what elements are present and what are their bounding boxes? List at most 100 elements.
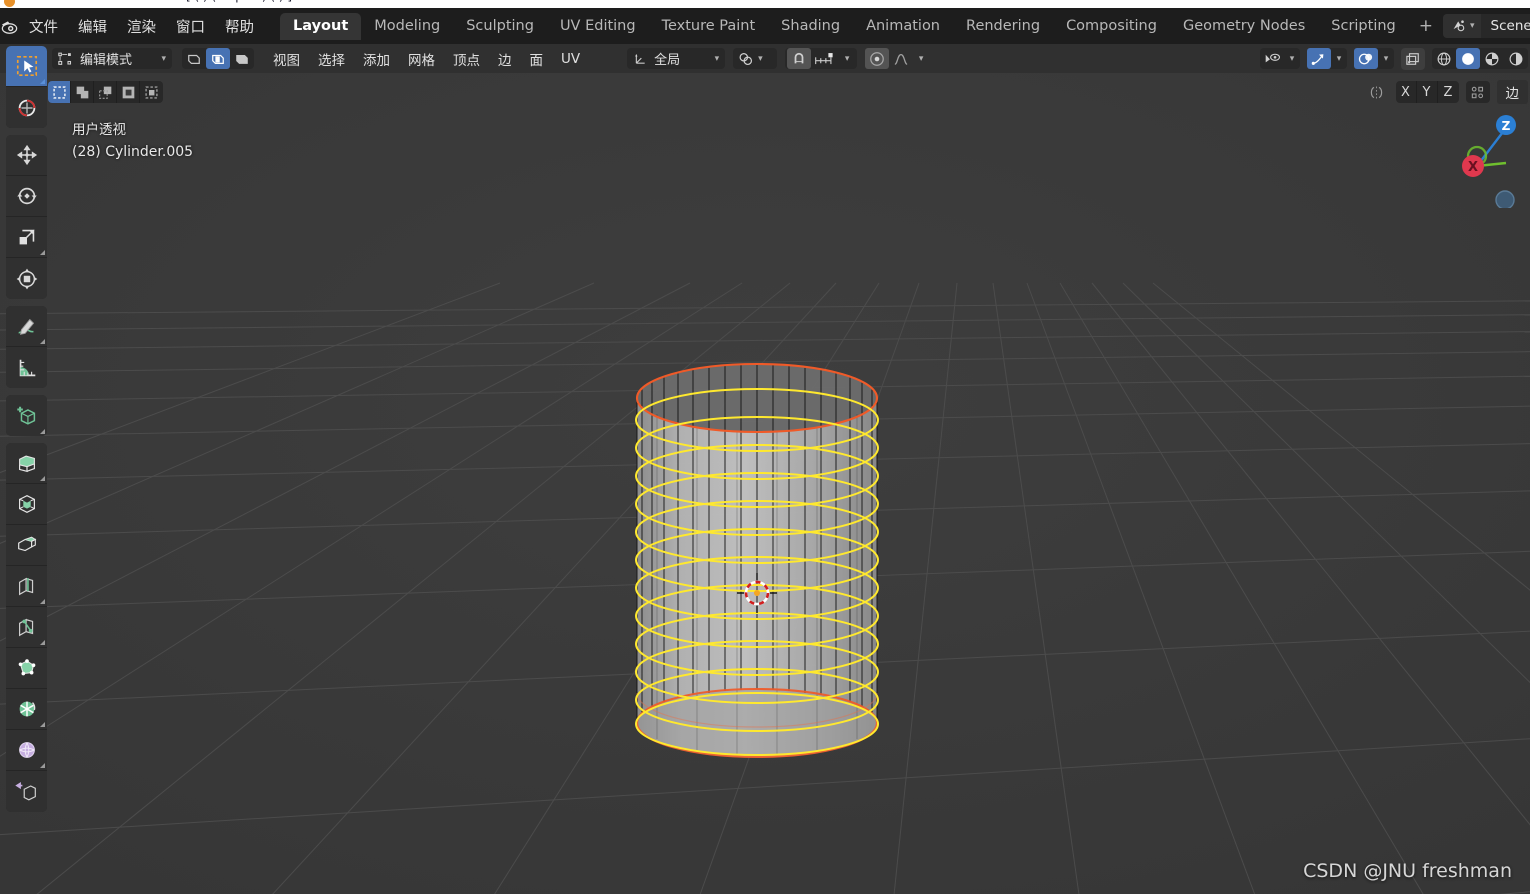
menu-face[interactable]: 面 [521, 47, 553, 71]
tab-shading[interactable]: Shading [768, 13, 853, 40]
mirror-icon[interactable] [1365, 81, 1389, 103]
menu-file[interactable]: 文件 [19, 13, 68, 40]
tab-compositing[interactable]: Compositing [1053, 13, 1170, 40]
select-mode-group [48, 81, 163, 103]
mode-selector[interactable]: 编辑模式 ▾ [52, 48, 172, 69]
tab-rendering[interactable]: Rendering [953, 13, 1053, 40]
gizmo-x-label: X [1468, 160, 1478, 175]
toggle-xray-button[interactable] [1401, 47, 1425, 70]
top-bar-right: ▾ Scene [1443, 14, 1530, 38]
tab-sculpting[interactable]: Sculpting [453, 13, 547, 40]
shading-material-icon[interactable] [1480, 48, 1504, 69]
symmetry-axis-z[interactable]: Z [1438, 81, 1459, 103]
tab-texture-paint[interactable]: Texture Paint [649, 13, 769, 40]
select-set-icon[interactable] [48, 81, 71, 103]
extrude-region-tool-icon[interactable] [6, 443, 47, 484]
xray-mid-icon[interactable] [206, 48, 230, 69]
inset-faces-tool-icon[interactable] [6, 484, 47, 525]
transform-orientation-selector[interactable]: 全局 ▾ [627, 48, 726, 69]
chevron-down-icon[interactable]: ▾ [1331, 48, 1347, 69]
symmetry-axis-y[interactable]: Y [1417, 81, 1438, 103]
topology-mirror-icon [1471, 86, 1484, 98]
cursor-tool-icon[interactable] [6, 87, 47, 128]
gizmo-icon[interactable] [1307, 48, 1331, 69]
scene-selector[interactable]: ▾ Scene [1443, 14, 1530, 38]
pivot-point-selector[interactable]: ▾ [733, 48, 778, 69]
viewport-3d[interactable]: 用户透视 (28) Cylinder.005 Z X CSDN @JNU fre… [0, 73, 1530, 894]
menu-render[interactable]: 渲染 [117, 13, 166, 40]
xray-off-icon[interactable] [182, 48, 206, 69]
tab-modeling[interactable]: Modeling [361, 13, 453, 40]
os-title-text: [ ( ) ( ... p ... ) ( ) ] [186, 0, 292, 3]
tab-scripting[interactable]: Scripting [1318, 13, 1408, 40]
chevron-down-icon[interactable]: ▾ [1284, 48, 1300, 69]
menu-help[interactable]: 帮助 [215, 13, 264, 40]
tab-uv-editing[interactable]: UV Editing [547, 13, 649, 40]
spin-tool-icon[interactable] [6, 689, 47, 730]
proportional-edit-controls: ▾ [865, 48, 929, 69]
viewport-secondary-header: X Y Z 边 [0, 73, 1530, 111]
blender-logo-icon[interactable] [0, 17, 19, 36]
pivot-point-icon [739, 52, 753, 65]
measure-tool-icon[interactable] [6, 347, 47, 388]
chevron-down-icon[interactable]: ▾ [839, 48, 855, 69]
tab-geometry-nodes[interactable]: Geometry Nodes [1170, 13, 1318, 40]
topology-mirror-button[interactable] [1465, 81, 1490, 103]
menu-edge[interactable]: 边 [489, 47, 521, 71]
smooth-tool-icon[interactable] [6, 730, 47, 771]
falloff-smooth-icon[interactable] [889, 48, 913, 69]
select-invert-icon[interactable] [117, 81, 140, 103]
scale-tool-icon[interactable] [6, 217, 47, 258]
transform-tool-icon[interactable] [6, 258, 47, 299]
menu-window[interactable]: 窗口 [166, 13, 215, 40]
bevel-tool-icon[interactable] [6, 525, 47, 566]
select-intersect-icon[interactable] [140, 81, 163, 103]
chevron-down-icon[interactable]: ▾ [1378, 48, 1394, 69]
object-visibility-icon[interactable] [1260, 48, 1284, 69]
magnet-icon[interactable] [787, 48, 812, 69]
mesh-select-visibility-group [182, 48, 254, 69]
poly-build-tool-icon[interactable] [6, 648, 47, 689]
overlays-icon[interactable] [1354, 48, 1378, 69]
tab-animation[interactable]: Animation [853, 13, 953, 40]
add-workspace-button[interactable]: + [1409, 14, 1443, 38]
chevron-down-icon[interactable]: ▾ [913, 48, 929, 69]
select-extend-icon[interactable] [71, 81, 94, 103]
menu-view[interactable]: 视图 [264, 47, 309, 71]
gizmo-axis-neg-z [1495, 190, 1515, 210]
blender-window: [ ( ) ( ... p ... ) ( ) ] 文件 编辑 渲染 窗口 帮助… [0, 0, 1530, 894]
object-visibility-selector[interactable]: ▾ [1260, 48, 1300, 69]
tweak-select-box-icon[interactable] [6, 46, 47, 87]
annotate-tool-icon[interactable] [6, 306, 47, 347]
menu-vertex[interactable]: 顶点 [444, 47, 489, 71]
shading-rendered-icon[interactable] [1504, 48, 1528, 69]
scene-name[interactable]: Scene [1481, 18, 1530, 34]
menu-mesh[interactable]: 网格 [399, 47, 444, 71]
shrink-fatten-tool-icon[interactable] [6, 771, 47, 812]
select-subtract-icon[interactable] [94, 81, 117, 103]
menu-edit[interactable]: 编辑 [68, 13, 117, 40]
rotate-tool-icon[interactable] [6, 176, 47, 217]
gizmo-toggle-group: ▾ [1307, 48, 1347, 69]
scene-icon[interactable]: ▾ [1443, 14, 1481, 38]
xray-on-icon[interactable] [230, 48, 254, 69]
mode-label: 编辑模式 [80, 53, 133, 68]
chevron-down-icon: ▾ [714, 53, 720, 64]
proportional-edit-icon[interactable] [865, 48, 890, 69]
navigation-gizmo[interactable]: Z X [1432, 108, 1522, 210]
gizmo-z-label: Z [1502, 119, 1511, 133]
menu-edge-secondary[interactable]: 边 [1496, 80, 1528, 104]
knife-tool-icon[interactable] [6, 607, 47, 648]
menu-select[interactable]: 选择 [309, 47, 354, 71]
menu-add[interactable]: 添加 [354, 47, 399, 71]
symmetry-axis-x[interactable]: X [1396, 81, 1417, 103]
tool-group-mesh-edit [6, 443, 47, 812]
tab-layout[interactable]: Layout [280, 12, 362, 40]
menu-uv[interactable]: UV [552, 49, 589, 69]
move-tool-icon[interactable] [6, 135, 47, 176]
snap-increment-icon[interactable] [811, 48, 839, 69]
shading-solid-icon[interactable] [1456, 48, 1480, 69]
shading-wireframe-icon[interactable] [1432, 48, 1456, 69]
loop-cut-tool-icon[interactable] [6, 566, 47, 607]
add-cube-tool-icon[interactable] [6, 395, 47, 436]
